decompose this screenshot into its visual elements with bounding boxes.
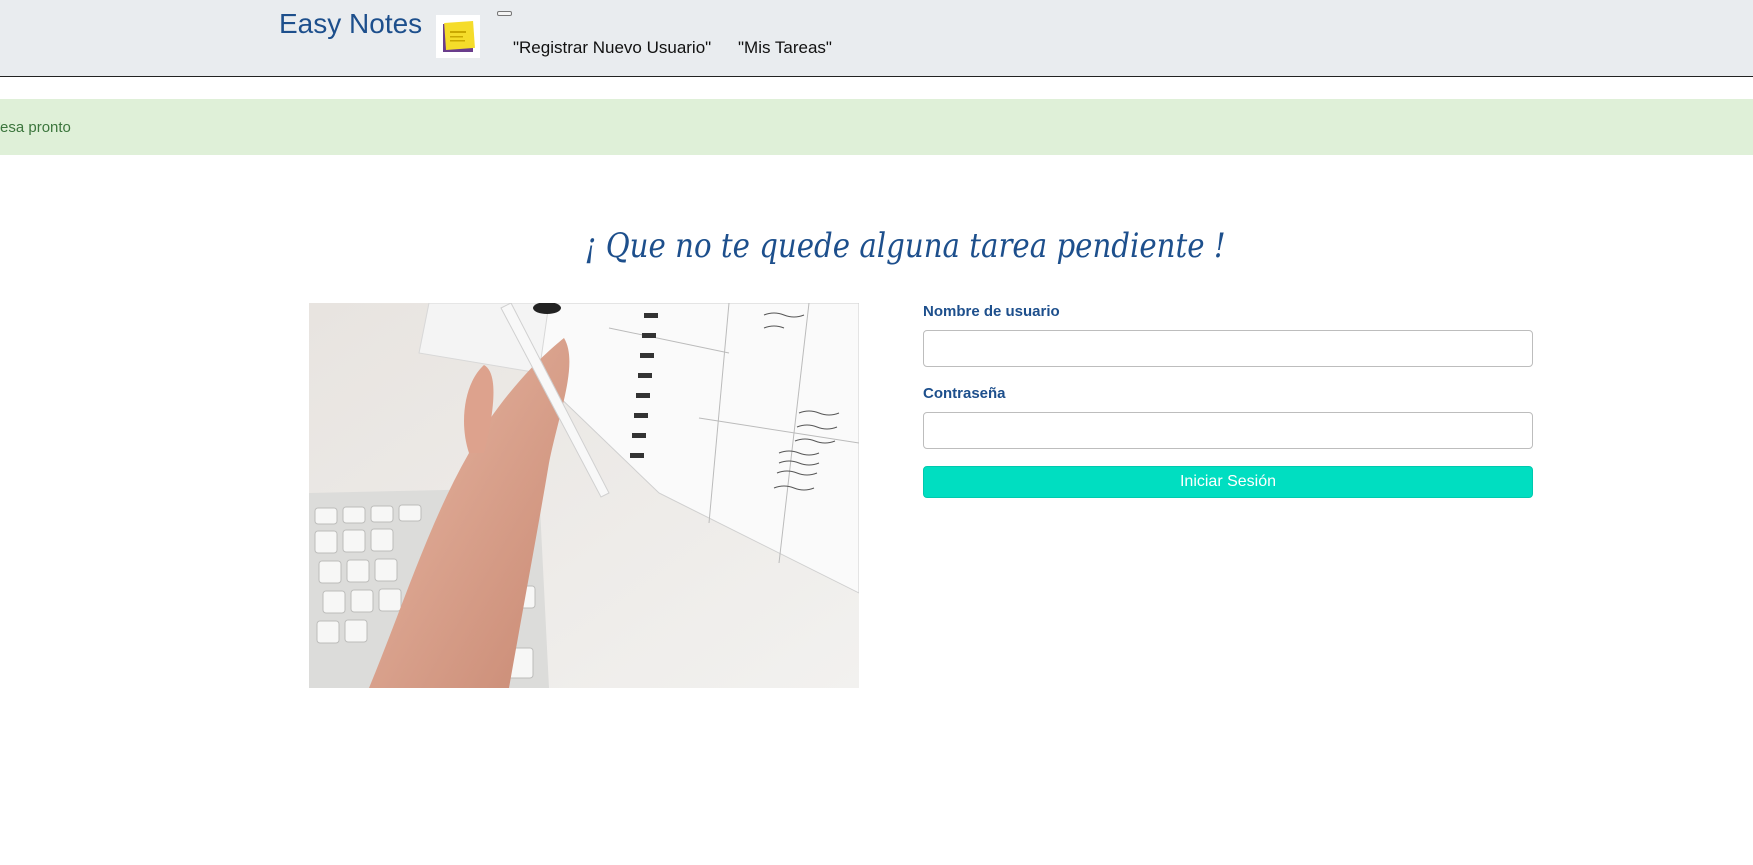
password-label: Contraseña — [923, 385, 1006, 402]
navbar: Easy Notes "Registrar Nuevo Usuario" "Mi… — [0, 0, 1753, 77]
password-field[interactable] — [923, 412, 1533, 449]
login-button[interactable]: Iniciar Sesión — [923, 466, 1533, 498]
username-label: Nombre de usuario — [923, 303, 1060, 320]
username-field[interactable] — [923, 330, 1533, 367]
nav-link-register[interactable]: "Registrar Nuevo Usuario" — [513, 38, 711, 58]
sticky-note-logo-icon[interactable] — [436, 15, 480, 58]
menu-toggler-icon[interactable] — [497, 11, 512, 16]
nav-link-tasks[interactable]: "Mis Tareas" — [738, 38, 832, 58]
page-headline: ¡ Que no te quede alguna tarea pendiente… — [584, 226, 1226, 266]
planner-keyboard-photo — [309, 303, 859, 688]
alert-message: esa pronto — [0, 119, 71, 136]
success-alert: esa pronto — [0, 99, 1753, 155]
brand-link[interactable]: Easy Notes — [279, 8, 422, 40]
